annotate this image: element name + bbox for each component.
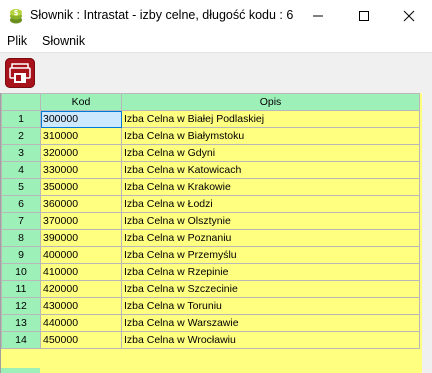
- menu-plik[interactable]: Plik: [7, 34, 27, 48]
- opis-cell[interactable]: Izba Celna w Łodzi: [121, 195, 420, 213]
- table-row[interactable]: 10 410000 Izba Celna w Rzepinie: [1, 263, 420, 281]
- opis-cell[interactable]: Izba Celna w Olsztynie: [121, 212, 420, 230]
- kod-cell[interactable]: 320000: [40, 144, 122, 162]
- column-header-kod[interactable]: Kod: [40, 93, 122, 111]
- toolbar: [0, 52, 432, 94]
- table-row[interactable]: 14 450000 Izba Celna w Wrocławiu: [1, 331, 420, 349]
- kod-cell[interactable]: 310000: [40, 127, 122, 145]
- kod-cell[interactable]: 430000: [40, 297, 122, 315]
- maximize-icon: [359, 11, 369, 21]
- row-number[interactable]: 14: [1, 331, 41, 349]
- table-row[interactable]: 7 370000 Izba Celna w Olsztynie: [1, 212, 420, 230]
- header-row: Kod Opis: [1, 93, 420, 111]
- maximize-button[interactable]: [341, 0, 387, 31]
- minimize-icon: [313, 15, 323, 17]
- table-row[interactable]: 4 330000 Izba Celna w Katowicach: [1, 161, 420, 179]
- kod-cell[interactable]: 420000: [40, 280, 122, 298]
- print-icon: [9, 63, 31, 83]
- kod-cell[interactable]: 390000: [40, 229, 122, 247]
- window-right-edge: [422, 93, 432, 373]
- table-row[interactable]: 13 440000 Izba Celna w Warszawie: [1, 314, 420, 332]
- table-row[interactable]: 8 390000 Izba Celna w Poznaniu: [1, 229, 420, 247]
- kod-cell[interactable]: 400000: [40, 246, 122, 264]
- menu-slownik[interactable]: Słownik: [42, 34, 85, 48]
- minimize-button[interactable]: [295, 0, 341, 31]
- row-number[interactable]: 3: [1, 144, 41, 162]
- row-number[interactable]: 8: [1, 229, 41, 247]
- opis-cell[interactable]: Izba Celna w Katowicach: [121, 161, 420, 179]
- kod-cell[interactable]: 370000: [40, 212, 122, 230]
- row-number[interactable]: 11: [1, 280, 41, 298]
- opis-cell[interactable]: Izba Celna w Krakowie: [121, 178, 420, 196]
- row-number[interactable]: 10: [1, 263, 41, 281]
- opis-cell[interactable]: Izba Celna w Wrocławiu: [121, 331, 420, 349]
- kod-cell[interactable]: 350000: [40, 178, 122, 196]
- row-number[interactable]: 12: [1, 297, 41, 315]
- menu-bar: Plik Słownik: [0, 31, 432, 52]
- row-number[interactable]: 4: [1, 161, 41, 179]
- kod-cell[interactable]: 410000: [40, 263, 122, 281]
- row-number[interactable]: 9: [1, 246, 41, 264]
- close-button[interactable]: [386, 0, 432, 31]
- row-number[interactable]: 7: [1, 212, 41, 230]
- kod-cell[interactable]: 330000: [40, 161, 122, 179]
- kod-cell[interactable]: 360000: [40, 195, 122, 213]
- opis-cell[interactable]: Izba Celna w Poznaniu: [121, 229, 420, 247]
- window-title: Słownik : Intrastat - izby celne, długoś…: [30, 8, 294, 22]
- close-icon: [403, 10, 415, 22]
- kod-cell[interactable]: 300000: [40, 110, 122, 128]
- row-header-strip: [1, 368, 40, 373]
- data-grid[interactable]: Kod Opis 1 300000 Izba Celna w Białej Podl…: [0, 93, 422, 373]
- opis-cell[interactable]: Izba Celna w Rzepinie: [121, 263, 420, 281]
- corner-cell[interactable]: [1, 93, 41, 111]
- opis-cell[interactable]: Izba Celna w Szczecinie: [121, 280, 420, 298]
- table-row[interactable]: 2 310000 Izba Celna w Białymstoku: [1, 127, 420, 145]
- table-row[interactable]: 11 420000 Izba Celna w Szczecinie: [1, 280, 420, 298]
- opis-cell[interactable]: Izba Celna w Białej Podlaskiej: [121, 110, 420, 128]
- svg-text:$: $: [14, 9, 19, 17]
- title-bar[interactable]: $ Słownik : Intrastat - izby celne, dług…: [0, 0, 432, 31]
- table-row[interactable]: 9 400000 Izba Celna w Przemyślu: [1, 246, 420, 264]
- table-row[interactable]: 5 350000 Izba Celna w Krakowie: [1, 178, 420, 196]
- opis-cell[interactable]: Izba Celna w Białymstoku: [121, 127, 420, 145]
- codes-table: Kod Opis 1 300000 Izba Celna w Białej Podl…: [1, 93, 420, 349]
- opis-cell[interactable]: Izba Celna w Przemyślu: [121, 246, 420, 264]
- app-icon: $: [9, 8, 23, 24]
- opis-cell[interactable]: Izba Celna w Gdyni: [121, 144, 420, 162]
- opis-cell[interactable]: Izba Celna w Toruniu: [121, 297, 420, 315]
- table-row[interactable]: 3 320000 Izba Celna w Gdyni: [1, 144, 420, 162]
- table-row[interactable]: 12 430000 Izba Celna w Toruniu: [1, 297, 420, 315]
- table-row[interactable]: 6 360000 Izba Celna w Łodzi: [1, 195, 420, 213]
- row-number[interactable]: 1: [1, 110, 41, 128]
- opis-cell[interactable]: Izba Celna w Warszawie: [121, 314, 420, 332]
- row-number[interactable]: 13: [1, 314, 41, 332]
- print-button[interactable]: [5, 58, 35, 88]
- row-number[interactable]: 6: [1, 195, 41, 213]
- kod-cell[interactable]: 450000: [40, 331, 122, 349]
- row-number[interactable]: 5: [1, 178, 41, 196]
- row-number[interactable]: 2: [1, 127, 41, 145]
- table-row[interactable]: 1 300000 Izba Celna w Białej Podlaskiej: [1, 110, 420, 128]
- column-header-opis[interactable]: Opis: [121, 93, 420, 111]
- kod-cell[interactable]: 440000: [40, 314, 122, 332]
